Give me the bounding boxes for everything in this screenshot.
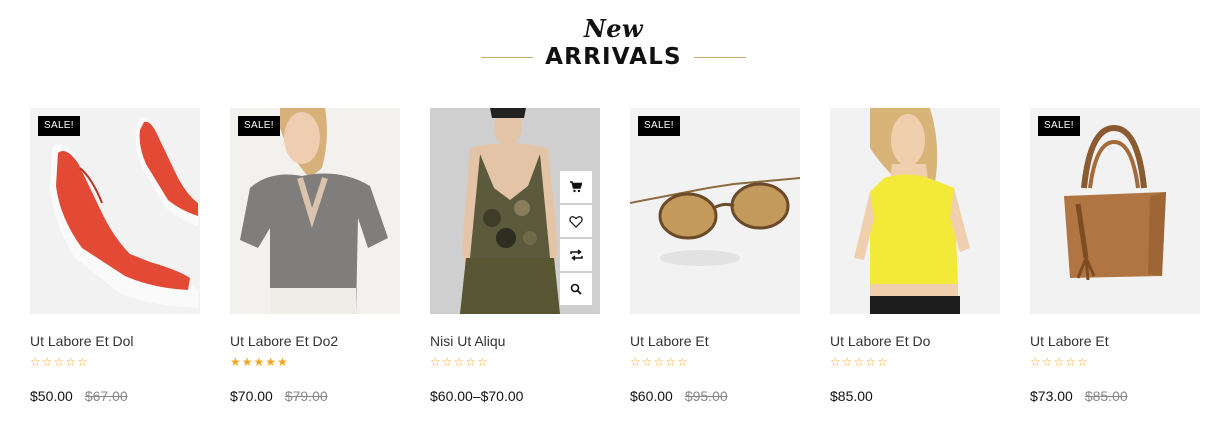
product-card[interactable]: SALE! Ut Labore Et Do2 ★★★★★ $70.00 $79.0… — [230, 108, 400, 405]
quick-view-button[interactable] — [560, 273, 592, 305]
current-price: $50.00 — [30, 388, 73, 404]
product-price: $73.00 $85.00 — [1030, 387, 1200, 405]
compare-icon — [569, 249, 583, 261]
rating-stars: ☆☆☆☆☆ — [630, 355, 689, 369]
product-image-camo-tank[interactable] — [430, 108, 600, 314]
rating-stars: ☆☆☆☆☆ — [30, 355, 89, 369]
sale-badge: SALE! — [638, 116, 680, 136]
rating-stars: ☆☆☆☆☆ — [830, 355, 889, 369]
old-price: $79.00 — [284, 388, 328, 404]
sale-badge: SALE! — [238, 116, 280, 136]
current-price: $73.00 — [1030, 388, 1073, 404]
heading-script-text: New — [583, 14, 644, 43]
product-price: $85.00 — [830, 387, 1000, 405]
product-image-grey-blouse[interactable]: SALE! — [230, 108, 400, 314]
heart-icon — [569, 215, 583, 228]
product-card[interactable]: SALE! Ut Labore Et ☆☆☆☆☆ $60.00 $95.00 — [630, 108, 800, 405]
product-price: $60.00 $95.00 — [630, 387, 800, 405]
heading-left-rule — [481, 56, 534, 58]
product-name[interactable]: Ut Labore Et — [1030, 332, 1200, 350]
compare-button[interactable] — [560, 239, 592, 271]
sale-badge: SALE! — [38, 116, 80, 136]
product-card[interactable]: Ut Labore Et Do ☆☆☆☆☆ $85.00 — [830, 108, 1000, 405]
product-price: $50.00 $67.00 — [30, 387, 200, 405]
product-name[interactable]: Ut Labore Et Do — [830, 332, 1000, 350]
rating-stars: ★★★★★ — [230, 355, 289, 369]
product-name[interactable]: Ut Labore Et Dol — [30, 332, 200, 350]
old-price: $85.00 — [1084, 388, 1128, 404]
heading-title: ARRIVALS — [545, 44, 682, 70]
product-card[interactable]: SALE! Ut Labore Et ☆☆☆☆☆ $73.00 $85.00 — [1030, 108, 1200, 405]
current-price: $60.00 — [630, 388, 673, 404]
section-heading: New ARRIVALS — [0, 14, 1227, 72]
product-grid: SALE! Ut Labore Et Dol ☆☆☆☆☆ $50.00 $67.0… — [30, 108, 1200, 405]
quick-actions — [560, 171, 592, 307]
product-name[interactable]: Ut Labore Et — [630, 332, 800, 350]
current-price: $70.00 — [230, 388, 273, 404]
old-price: $95.00 — [684, 388, 728, 404]
product-price: $70.00 $79.00 — [230, 387, 400, 405]
product-name[interactable]: Nisi Ut Aliqu — [430, 332, 600, 350]
heading-title-row: ARRIVALS — [0, 42, 1227, 72]
old-price: $67.00 — [84, 388, 128, 404]
add-to-cart-button[interactable] — [560, 171, 592, 203]
product-image-yellow-top[interactable] — [830, 108, 1000, 314]
sale-badge: SALE! — [1038, 116, 1080, 136]
product-card[interactable]: SALE! Ut Labore Et Dol ☆☆☆☆☆ $50.00 $67.0… — [30, 108, 200, 405]
cart-icon — [570, 181, 582, 193]
rating-stars: ☆☆☆☆☆ — [430, 355, 489, 369]
current-price: $60.00–$70.00 — [430, 388, 524, 404]
heading-right-rule — [693, 56, 746, 58]
product-image-red-sneakers[interactable]: SALE! — [30, 108, 200, 314]
wishlist-button[interactable] — [560, 205, 592, 237]
current-price: $85.00 — [830, 388, 873, 404]
product-image-sunglasses[interactable]: SALE! — [630, 108, 800, 314]
product-price: $60.00–$70.00 — [430, 387, 600, 405]
product-image-brown-handbag[interactable]: SALE! — [1030, 108, 1200, 314]
search-icon — [570, 283, 582, 295]
rating-stars: ☆☆☆☆☆ — [1030, 355, 1089, 369]
product-name[interactable]: Ut Labore Et Do2 — [230, 332, 400, 350]
product-card[interactable]: Nisi Ut Aliqu ☆☆☆☆☆ $60.00–$70.00 — [430, 108, 600, 405]
